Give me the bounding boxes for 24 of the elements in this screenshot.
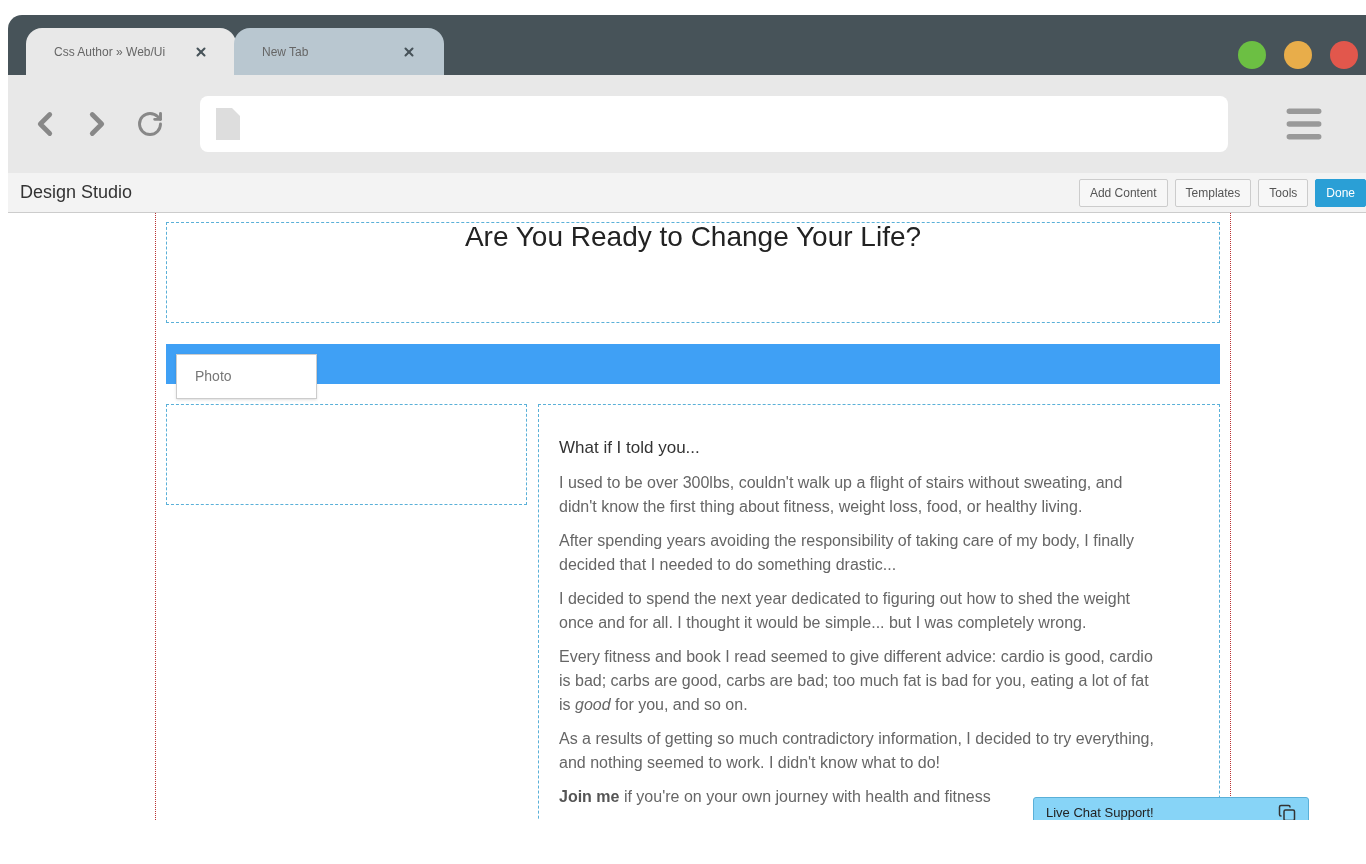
page-icon	[216, 108, 240, 140]
article-paragraph: After spending years avoiding the responsibility of taking care of my body, I finally decided that I needed to do something drastic...	[559, 530, 1136, 575]
chat-widget[interactable]: Live Chat Support!	[1033, 797, 1309, 820]
headline: Are You Ready to Change Your Life?	[464, 223, 922, 254]
close-icon[interactable]	[194, 44, 208, 59]
article-paragraph: As a results of getting so much contradictory information, I decided to try everything, and nothing seemed to work. I didn't know what to do!	[559, 728, 1155, 773]
popout-icon[interactable]	[1278, 804, 1296, 820]
article-paragraph: I used to be over 300lbs, couldn't walk up a flight of stairs without sweating, and didn't know the first thing about fitness, weight loss, food, or healthy living.	[559, 472, 1124, 517]
article-paragraph: I decided to spend the next year dedicated to figuring out how to shed the weight once and for all. I thought it would be simple... but I was completely wrong.	[559, 588, 1132, 633]
chat-title: Live Chat Support!	[1046, 804, 1154, 820]
browser-tab[interactable]: Css Author » Web/Ui	[26, 28, 236, 75]
article-paragraph: Join me if you're on your own journey with health and fitness	[559, 786, 992, 807]
photo-label[interactable]: Photo	[176, 354, 317, 399]
article-paragraph: Every fitness and book I read seemed to give different advice: cardio is good, cardio is bad; carbs are good, carbs are bad; too much fat is bad for you, eating a lot of fat is good for you, and so on.	[559, 646, 1154, 715]
reload-icon[interactable]	[136, 110, 164, 138]
studio-button[interactable]: Tools	[1258, 178, 1309, 207]
window-control[interactable]	[1284, 41, 1312, 69]
close-icon[interactable]	[402, 44, 416, 59]
studio-button[interactable]: Templates	[1174, 178, 1252, 207]
studio-button[interactable]: Add Content	[1078, 178, 1168, 207]
article-heading: What if I told you...	[559, 437, 701, 459]
studio-title: Design Studio	[20, 181, 133, 204]
window-control[interactable]	[1330, 41, 1358, 69]
window-control[interactable]	[1238, 41, 1266, 69]
